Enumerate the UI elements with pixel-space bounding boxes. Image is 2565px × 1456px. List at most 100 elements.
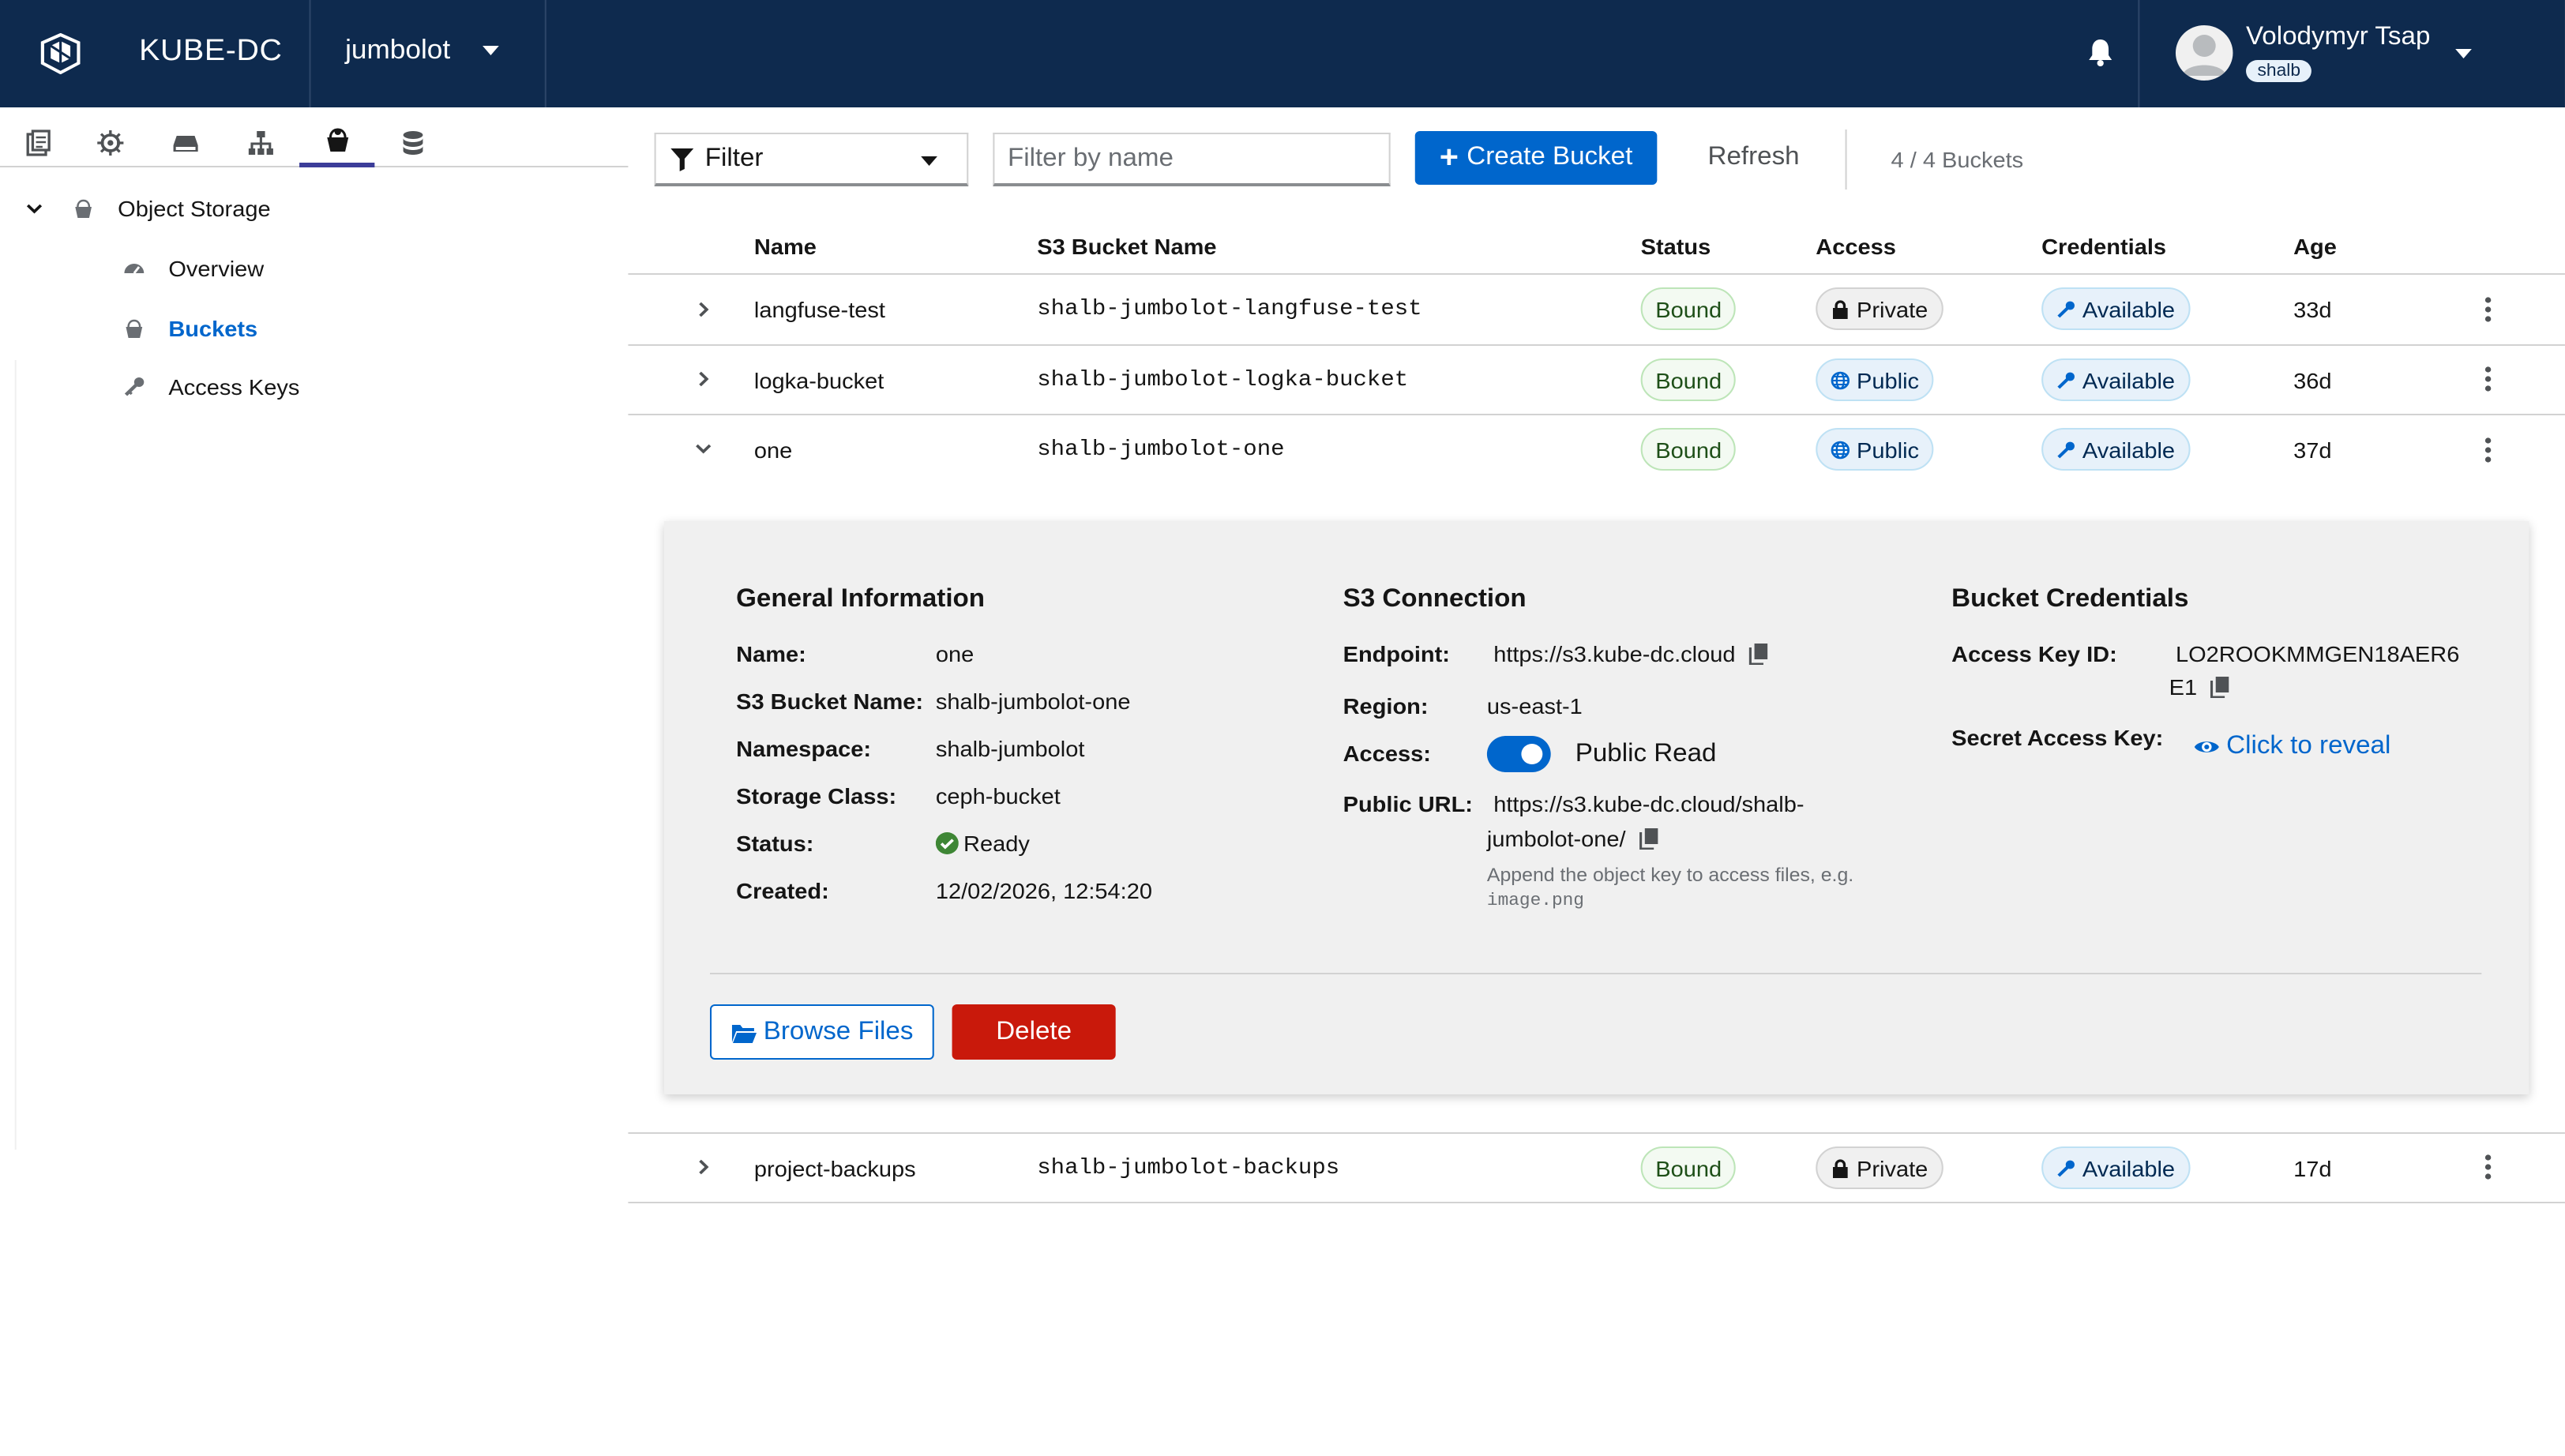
- key-icon: [2057, 441, 2075, 458]
- chevron-right-icon[interactable]: [693, 300, 713, 319]
- documents-icon: [25, 129, 50, 156]
- tab-database[interactable]: [374, 117, 449, 167]
- status-label: Status:: [736, 831, 814, 856]
- reveal-text: Click to reveal: [2226, 733, 2391, 760]
- bucket-icon: [75, 199, 92, 218]
- lock-icon: [1833, 299, 1848, 318]
- check-circle-icon: [935, 832, 959, 854]
- kebab-menu-icon[interactable]: [2481, 1154, 2495, 1180]
- sidebar-item-label: Access Keys: [168, 374, 300, 400]
- tab-network[interactable]: [223, 117, 298, 167]
- status-text: Bound: [1655, 367, 1722, 392]
- project-selector[interactable]: jumbolot: [345, 35, 500, 66]
- tab-kubernetes[interactable]: [72, 117, 147, 167]
- column-header-status[interactable]: Status: [1641, 234, 1711, 259]
- bucket-name: logka-bucket: [753, 368, 884, 393]
- filter-dropdown[interactable]: Filter: [654, 133, 969, 186]
- hard-drive-icon: [172, 135, 197, 151]
- kebab-menu-icon[interactable]: [2481, 366, 2495, 392]
- database-icon: [402, 130, 422, 154]
- caret-down-icon: [921, 156, 937, 166]
- endpoint-value: https://s3.kube-dc.cloud: [1493, 641, 1768, 666]
- refresh-button[interactable]: Refresh: [1708, 144, 1800, 172]
- public-read-toggle[interactable]: [1486, 736, 1551, 772]
- chevron-right-icon[interactable]: [693, 1158, 713, 1176]
- key-icon: [2057, 371, 2075, 388]
- column-header-name[interactable]: Name: [754, 234, 817, 259]
- copy-icon[interactable]: [2210, 676, 2230, 698]
- tab-object-storage[interactable]: [299, 117, 375, 167]
- column-header-s3-bucket-name[interactable]: S3 Bucket Name: [1037, 234, 1216, 259]
- create-bucket-button[interactable]: + Create Bucket: [1414, 131, 1658, 185]
- copy-icon[interactable]: [1639, 827, 1658, 850]
- status-badge: Bound: [1640, 428, 1737, 471]
- created-value: 12/02/2026, 12:54:20: [935, 878, 1152, 903]
- bucket-count: 4 / 4 Buckets: [1891, 147, 2024, 172]
- filter-by-name-input[interactable]: [993, 133, 1391, 186]
- copy-icon[interactable]: [1748, 643, 1768, 665]
- s3-bucket-name: shalb-jumbolot-langfuse-test: [1037, 297, 1422, 322]
- status-text: Bound: [1655, 1155, 1722, 1180]
- kebab-menu-icon[interactable]: [2481, 297, 2495, 322]
- status-text: Bound: [1655, 437, 1722, 462]
- column-header-credentials[interactable]: Credentials: [2041, 234, 2166, 259]
- project-name: jumbolot: [345, 35, 451, 65]
- chevron-right-icon[interactable]: [693, 370, 713, 388]
- access-text: Public: [1857, 437, 1920, 462]
- credentials-badge: Available: [2041, 287, 2190, 330]
- table-divider: [628, 1202, 2565, 1203]
- folder-open-icon: [731, 1024, 757, 1042]
- access-key-id-label: Access Key ID:: [1951, 641, 2117, 666]
- tree-item-object-storage[interactable]: Object Storage: [72, 196, 271, 221]
- access-badge: Public: [1816, 428, 1934, 471]
- kube-dc-logo-icon[interactable]: [39, 33, 82, 74]
- lock-icon: [1833, 1158, 1848, 1177]
- user-avatar-icon: [2182, 35, 2227, 76]
- tree-collapse-icon[interactable]: [23, 197, 46, 220]
- click-to-reveal-link[interactable]: Click to reveal: [2194, 733, 2391, 761]
- url-hint: Append the object key to access files, e…: [1487, 862, 1853, 916]
- column-header-access[interactable]: Access: [1816, 234, 1896, 259]
- namespace-label: Namespace:: [736, 736, 872, 761]
- tab-storage[interactable]: [147, 117, 222, 167]
- filter-icon: [670, 148, 694, 171]
- credentials-badge: Available: [2041, 1146, 2190, 1189]
- access-text: Public: [1857, 367, 1920, 392]
- access-badge: Public: [1816, 358, 1934, 401]
- age: 36d: [2293, 368, 2332, 393]
- bucket-name: project-backups: [753, 1156, 916, 1181]
- created-label: Created:: [736, 878, 829, 903]
- sidebar-tabs: [0, 107, 629, 167]
- user-name[interactable]: Volodymyr Tsap: [2246, 24, 2430, 52]
- header-divider: [309, 0, 311, 107]
- chevron-down-icon[interactable]: [693, 439, 713, 458]
- key-icon: [2057, 300, 2075, 317]
- status-value: Ready: [935, 831, 1030, 856]
- endpoint-text: https://s3.kube-dc.cloud: [1493, 641, 1736, 666]
- public-url-line2: jumbolot-one/: [1487, 826, 1658, 851]
- panel-divider: [709, 973, 2482, 974]
- column-header-age[interactable]: Age: [2293, 234, 2337, 259]
- s3-connection-title: S3 Connection: [1343, 586, 1527, 613]
- status-text: Ready: [963, 831, 1030, 856]
- sidebar-item-overview[interactable]: Overview: [122, 256, 264, 281]
- age: 17d: [2293, 1156, 2332, 1181]
- tab-documents[interactable]: [0, 117, 75, 167]
- access-key-id-line1: LO2ROOKMMGEN18AER6: [2175, 641, 2460, 666]
- avatar[interactable]: [2175, 25, 2233, 81]
- s3-bucket-name: shalb-jumbolot-logka-bucket: [1037, 368, 1409, 393]
- masthead: KUBE-DC jumbolot Volodymyr Tsap shalb: [0, 0, 2565, 107]
- browse-files-button[interactable]: Browse Files: [709, 1004, 934, 1060]
- user-menu-caret-icon[interactable]: [2455, 49, 2472, 58]
- url-hint-text: Append the object key to access files, e…: [1486, 864, 1854, 886]
- kebab-menu-icon[interactable]: [2481, 437, 2495, 463]
- bell-icon[interactable]: [2087, 38, 2113, 66]
- dashboard-icon: [124, 264, 145, 274]
- plus-icon: +: [1439, 141, 1459, 175]
- credentials-text: Available: [2082, 437, 2176, 462]
- credentials-text: Available: [2082, 296, 2176, 321]
- s3-bucket-name: shalb-jumbolot-backups: [1037, 1156, 1340, 1181]
- sidebar-item-buckets[interactable]: Buckets: [122, 316, 257, 341]
- delete-button[interactable]: Delete: [952, 1004, 1116, 1060]
- sidebar-item-access-keys[interactable]: Access Keys: [122, 374, 299, 400]
